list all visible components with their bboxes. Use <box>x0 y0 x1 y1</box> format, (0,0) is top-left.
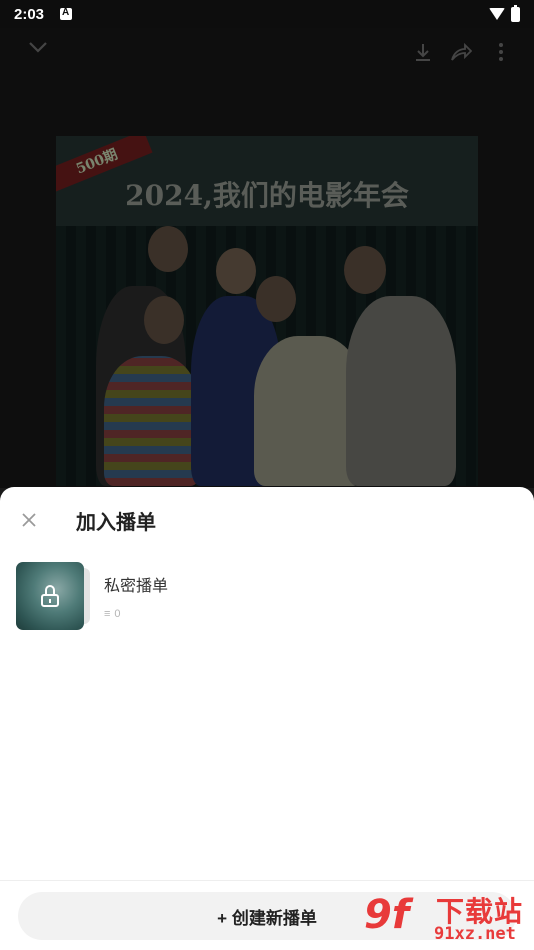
dim-overlay[interactable] <box>0 28 534 488</box>
playlist-item[interactable]: 私密播单 ≡ 0 <box>16 561 516 631</box>
status-bar: 2:03 <box>0 0 534 28</box>
playlist-info: 私密播单 ≡ 0 <box>104 572 168 620</box>
playlist-thumbnail <box>16 562 92 630</box>
watermark-logo: 9f <box>364 892 410 938</box>
notification-icon <box>60 7 73 20</box>
watermark: 9f 下载站 91xz.net <box>364 888 534 950</box>
battery-icon <box>511 4 520 22</box>
lock-icon <box>41 585 59 607</box>
divider <box>0 880 534 881</box>
status-icons <box>489 4 520 22</box>
add-to-playlist-sheet: 加入播单 私密播单 ≡ 0 + 创建新播单 <box>0 487 534 950</box>
close-icon <box>22 513 36 527</box>
status-time: 2:03 <box>14 5 45 23</box>
watermark-url: 91xz.net <box>434 924 516 944</box>
playlist-count-value: 0 <box>114 608 121 620</box>
sheet-title: 加入播单 <box>76 512 156 534</box>
list-icon: ≡ <box>104 608 111 620</box>
wifi-icon <box>489 8 505 20</box>
playlist-name: 私密播单 <box>104 578 169 595</box>
sheet-header: 加入播单 <box>0 487 534 549</box>
playlist-count: ≡ 0 <box>104 608 168 620</box>
close-button[interactable] <box>16 507 42 533</box>
